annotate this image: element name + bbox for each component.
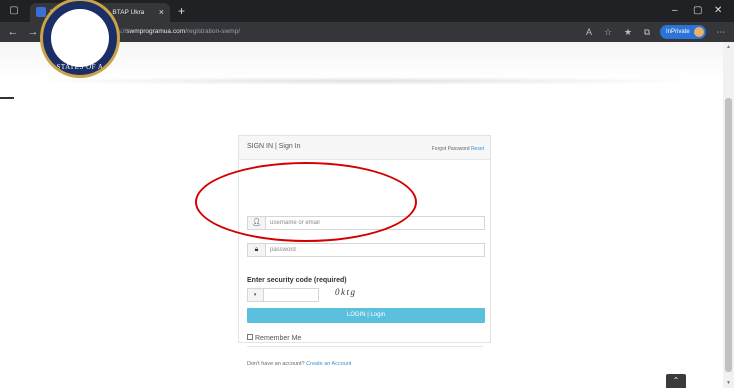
favorites-icon[interactable]: ★ (621, 25, 635, 39)
site-seal-logo: STATES OF A (40, 0, 120, 78)
collections-icon[interactable]: ⧉ (640, 25, 654, 39)
forward-icon[interactable]: → (26, 24, 40, 40)
scrollbar-thumb[interactable] (725, 98, 732, 372)
scroll-up-arrow-icon[interactable]: ▲ (723, 42, 734, 52)
contrast-icon: ◐ (248, 289, 264, 301)
maximize-icon[interactable]: ▢ (693, 4, 702, 18)
forgot-password-label: Forgot Password (431, 146, 470, 152)
login-card-header: SIGN IN | Sign In Forgot Password Reset (239, 136, 490, 160)
captcha-code: 0ktg (335, 287, 357, 297)
seal-center (51, 9, 109, 67)
forgot-password-text: Forgot Password Reset (432, 145, 484, 153)
scroll-down-arrow-icon[interactable]: ▼ (723, 378, 734, 388)
username-input[interactable] (270, 217, 480, 229)
profile-avatar (694, 27, 704, 37)
login-button[interactable]: LOGIN | Login (247, 308, 485, 323)
site-favicon-icon (36, 7, 46, 17)
remember-me-label: Remember Me (255, 335, 302, 342)
header-shadow (20, 77, 710, 85)
inprivate-badge[interactable]: InPrivate (660, 25, 706, 39)
left-edge-mark (0, 97, 14, 99)
signup-text: Don't have an account? Create an Account (247, 360, 351, 368)
security-code-label: Enter security code (required) (247, 277, 347, 284)
url-host: swmprogramua.com (126, 28, 186, 35)
login-title: SIGN IN | Sign In (247, 143, 301, 150)
window-menu-icon[interactable]: ▢ (6, 3, 22, 19)
close-window-icon[interactable]: ✕ (714, 4, 722, 18)
captcha-input[interactable] (266, 289, 316, 301)
back-icon[interactable]: ← (6, 24, 20, 40)
password-input[interactable] (270, 244, 480, 256)
address-bar[interactable]: 🔒︎https://swmprogramua.com/registration-… (98, 25, 568, 39)
scroll-to-top-button[interactable]: ⌃ (666, 374, 686, 388)
url-path: /registration-swmp/ (185, 28, 241, 35)
site-header: STATES OF A (0, 0, 723, 80)
create-account-link[interactable]: Create an Account (306, 361, 351, 367)
seal-text: STATES OF A (56, 63, 104, 71)
minimize-icon[interactable]: – (672, 4, 678, 18)
new-tab-button[interactable]: + (178, 4, 185, 18)
remember-me-checkbox[interactable] (247, 334, 253, 340)
web-page: STATES OF A SIGN IN | Sign In Forgot Pas… (0, 0, 734, 388)
reset-link[interactable]: Reset (471, 146, 484, 152)
username-field: 👤︎ (247, 216, 485, 230)
remember-me[interactable]: Remember Me (247, 334, 301, 343)
read-aloud-icon[interactable]: A (582, 25, 596, 39)
card-divider (247, 346, 483, 347)
user-icon: 👤︎ (248, 217, 266, 229)
settings-menu-icon[interactable]: ⋯ (714, 25, 728, 39)
inprivate-label: InPrivate (666, 29, 690, 35)
password-field: 🔒︎ (247, 243, 485, 257)
add-favorite-icon[interactable]: ☆ (601, 25, 615, 39)
no-account-text: Don't have an account? (247, 361, 305, 367)
lock-icon: 🔒︎ (248, 244, 266, 256)
page-scrollbar[interactable]: ▲ ▼ (723, 42, 734, 388)
login-card: SIGN IN | Sign In Forgot Password Reset … (238, 135, 491, 367)
tab-close-icon[interactable]: × (159, 5, 164, 19)
captcha-field: ◐ (247, 288, 319, 302)
